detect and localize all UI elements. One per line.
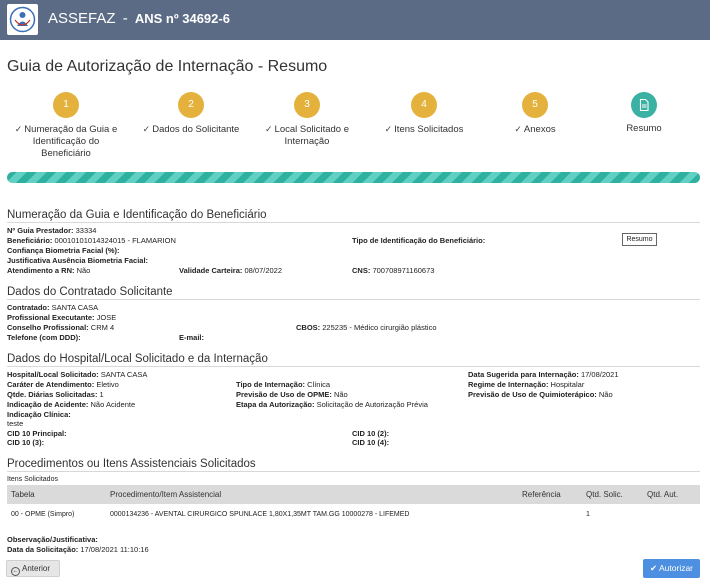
field-data-sugerida: Data Sugerida para Internação: 17/08/202…: [468, 370, 619, 379]
check-icon: ✔: [649, 563, 658, 573]
field-cid-3: CID 10 (3):: [7, 438, 45, 447]
divider: [7, 299, 700, 300]
step-number: 3: [294, 92, 320, 118]
top-bar: ASSEFAZ - ANS nº 34692-6: [0, 0, 710, 40]
column-header-qtd-solic[interactable]: Qtd. Solic.: [586, 490, 623, 499]
field-observacao: Observação/Justificativa:: [7, 535, 98, 544]
section-title-contratado: Dados do Contratado Solicitante: [7, 286, 173, 298]
field-hospital: Hospital/Local Solicitado: SANTA CASA: [7, 370, 148, 379]
step-label: Resumo: [626, 123, 662, 134]
field-email: E-mail:: [179, 333, 205, 342]
field-cid-4: CID 10 (4):: [352, 438, 390, 447]
arrow-left-circle-icon: ←: [11, 567, 20, 576]
field-validade-carteira: Validade Carteira: 08/07/2022: [179, 266, 283, 275]
autorizar-button[interactable]: ✔ Autorizar: [643, 559, 700, 578]
divider: [7, 366, 700, 367]
field-contratado: Contratado: SANTA CASA: [7, 303, 99, 312]
brand-title: ASSEFAZ - ANS nº 34692-6: [48, 10, 230, 27]
autorizar-label: Autorizar: [659, 563, 694, 573]
check-icon: ✓: [14, 124, 23, 134]
step-number: 1: [53, 92, 79, 118]
ans-number: ANS nº 34692-6: [134, 11, 230, 26]
page-title: Guia de Autorização de Internação - Resu…: [7, 58, 328, 75]
field-indicacao-clinica-value: teste: [7, 419, 24, 428]
field-confianca-biometria: Confiança Biometria Facial (%):: [7, 246, 120, 255]
check-icon: ✓: [384, 124, 393, 134]
field-cns: CNS: 700708971160673: [352, 266, 435, 275]
field-etapa-autorizacao: Etapa da Autorização: Solicitação de Aut…: [236, 400, 428, 409]
brand-separator: -: [122, 10, 128, 27]
field-profissional-executante: Profissional Executante: JOSE: [7, 313, 117, 322]
table-cell-qtd-solic: 1: [586, 511, 590, 518]
document-icon: [639, 98, 649, 112]
assefaz-logo[interactable]: [7, 4, 38, 35]
column-header-tabela[interactable]: Tabela: [11, 490, 35, 499]
column-header-referencia[interactable]: Referência: [522, 490, 561, 499]
anterior-button[interactable]: ← Anterior: [6, 560, 60, 577]
section-title-procedimentos: Procedimentos ou Itens Assistenciais Sol…: [7, 458, 256, 470]
step-resumo[interactable]: Resumo: [574, 92, 710, 135]
field-guia-prestador: Nº Guia Prestador: 33334: [7, 226, 97, 235]
check-icon: ✓: [514, 124, 522, 134]
check-icon: ✓: [142, 124, 151, 134]
brand-name: ASSEFAZ: [48, 10, 116, 27]
step-number: 2: [178, 92, 204, 118]
check-icon: ✓: [264, 124, 273, 134]
field-carater-atendimento: Caráter de Atendimento: Eletivo: [7, 380, 119, 389]
step-number: 4: [411, 92, 437, 118]
step-current: [631, 92, 657, 118]
field-beneficiario: Beneficiário: 00010101014324015 - FLAMAR…: [7, 236, 176, 245]
field-cbos: CBOS: 225235 - Médico cirurgião plástico: [296, 323, 437, 332]
resumo-button[interactable]: Resumo: [622, 233, 657, 246]
divider: [7, 471, 700, 472]
table-cell-tabela: 00 - OPME (Simpro): [11, 511, 75, 518]
divider: [7, 222, 700, 223]
field-data-solicitacao: Data da Solicitação: 17/08/2021 11:10:16: [7, 545, 149, 554]
field-previsao-opme: Previsão de Uso de OPME: Não: [236, 390, 348, 399]
field-previsao-quimio: Previsão de Uso de Quimioterápico: Não: [468, 390, 613, 399]
step-label: ✓ Numeração da Guia e Identificação do Be…: [14, 124, 118, 159]
field-indicacao-acidente: Indicação de Acidente: Não Acidente: [7, 400, 136, 409]
anterior-label: Anterior: [22, 564, 51, 573]
column-header-qtd-aut[interactable]: Qtd. Aut.: [647, 490, 678, 499]
step-numeracao[interactable]: 1 ✓ Numeração da Guia e Identificação do …: [0, 92, 136, 160]
progress-bar: [7, 172, 700, 183]
table-cell-item: 0000134236 - AVENTAL CIRURGICO SPUNLACE …: [110, 511, 410, 518]
field-tipo-identificacao: Tipo de Identificação do Beneficiário:: [352, 236, 486, 245]
logo-emblem-icon: [9, 6, 36, 33]
field-regime-internacao: Regime de Internação: Hospitalar: [468, 380, 585, 389]
section-title-beneficiario: Numeração da Guia e Identificação do Ben…: [7, 209, 267, 221]
itens-solicitados-label: Itens Solicitados: [7, 476, 58, 483]
field-qtde-diarias: Qtde. Diárias Solicitadas: 1: [7, 390, 104, 399]
field-conselho-profissional: Conselho Profissional: CRM 4: [7, 323, 115, 332]
field-telefone: Telefone (com DDD):: [7, 333, 81, 342]
section-title-hospital: Dados do Hospital/Local Solicitado e da …: [7, 353, 268, 365]
step-number: 5: [522, 92, 548, 118]
field-atendimento-rn: Atendimento a RN: Não: [7, 266, 91, 275]
field-justificativa-biometria: Justificativa Ausência Biometria Facial:: [7, 256, 149, 265]
field-tipo-internacao: Tipo de Internação: Clínica: [236, 380, 331, 389]
column-header-procedimento[interactable]: Procedimento/Item Assistencial: [110, 490, 221, 499]
